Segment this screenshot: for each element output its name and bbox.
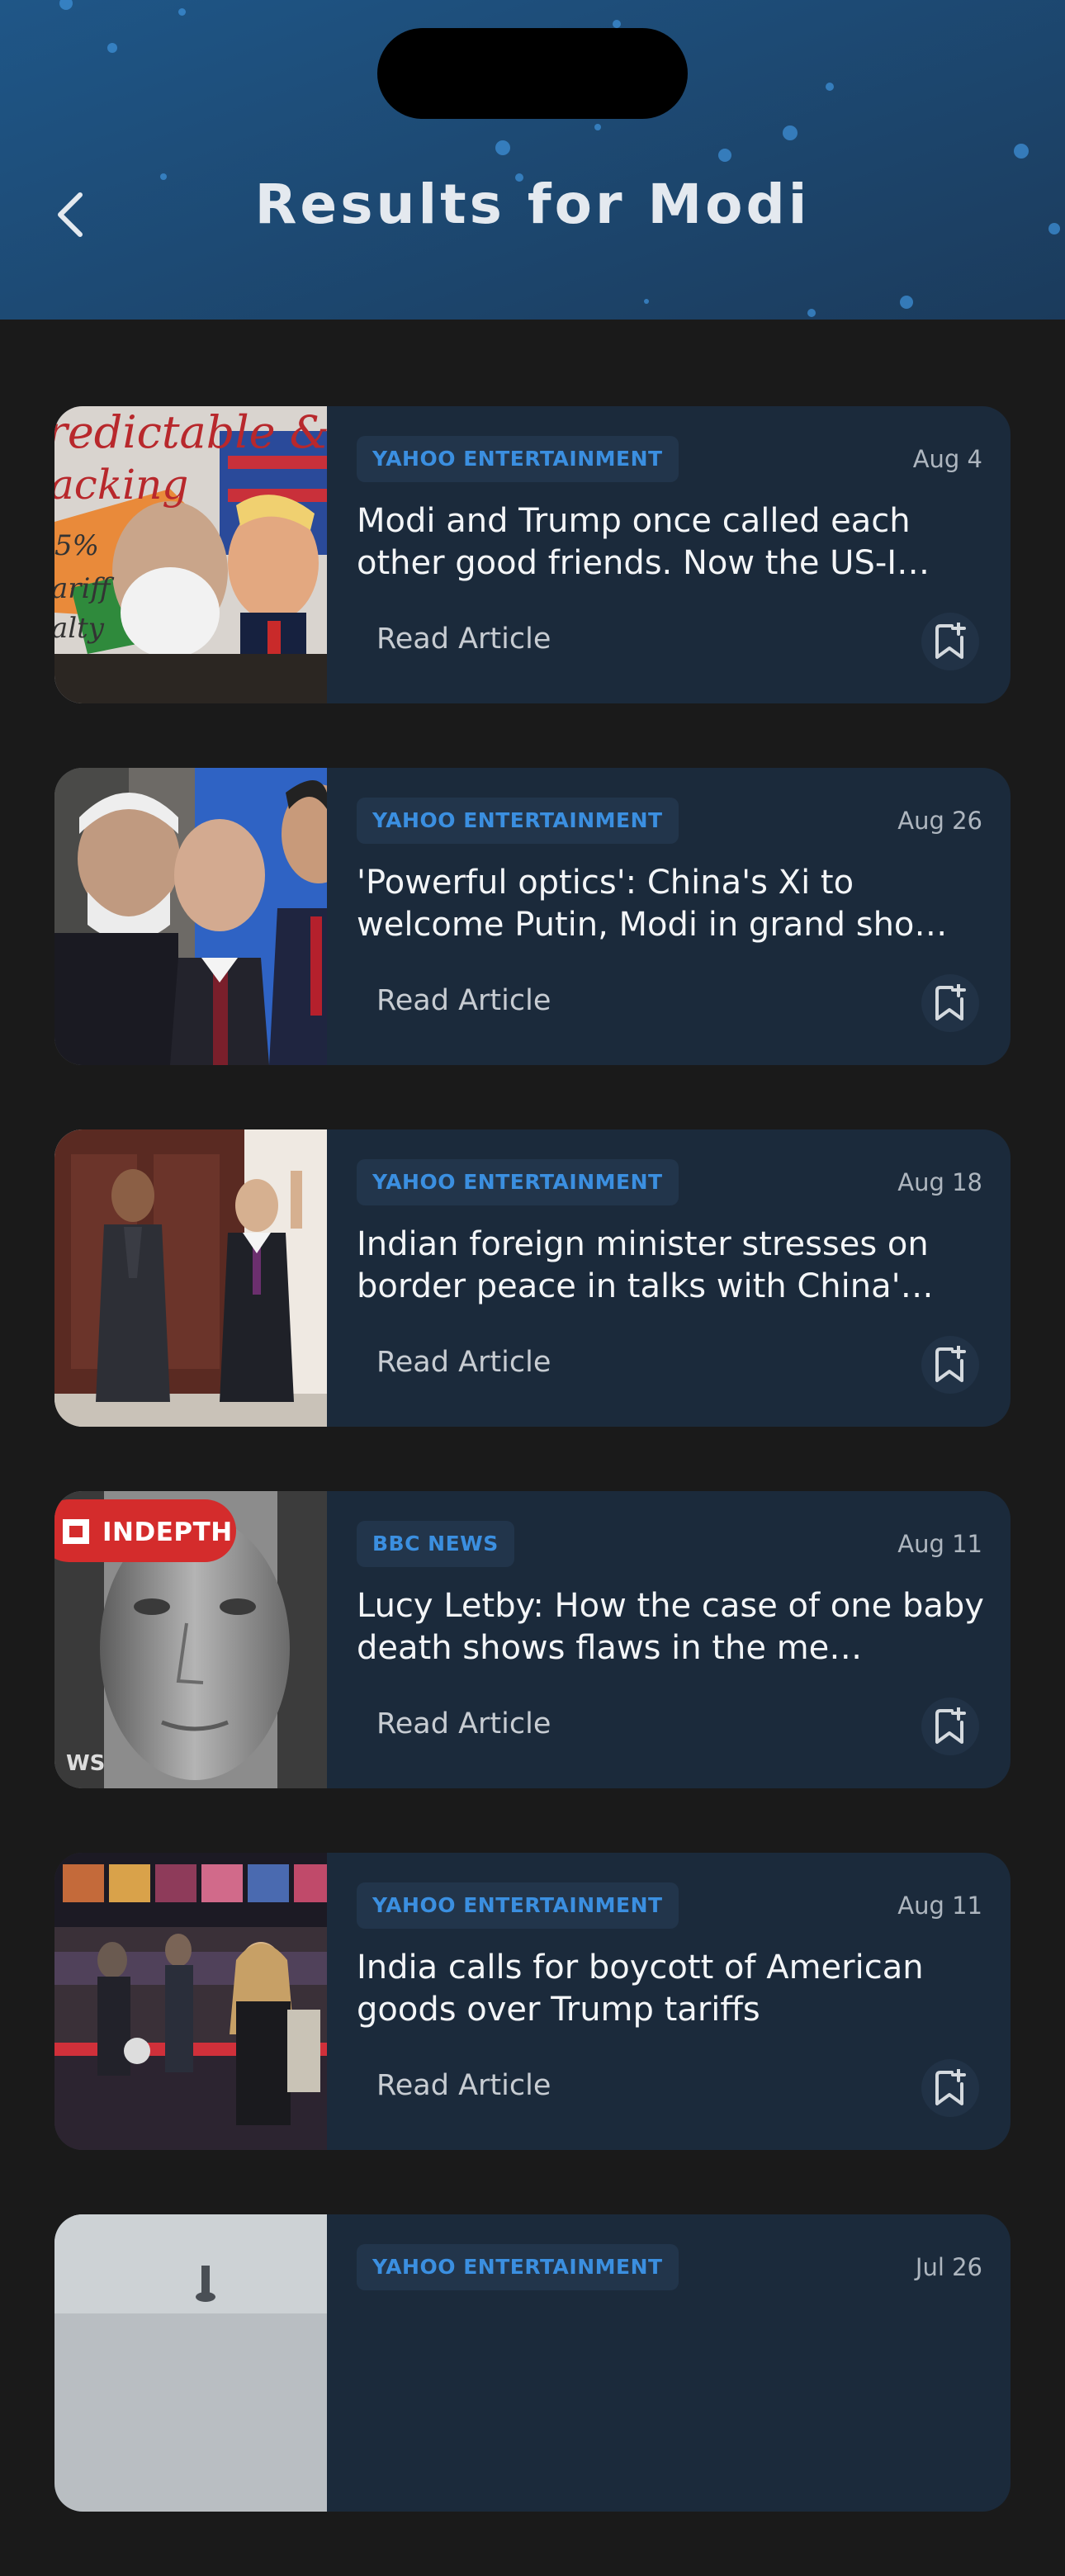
bookmark-button[interactable] bbox=[921, 613, 979, 670]
article-headline[interactable]: Indian foreign minister stresses on bord… bbox=[357, 1224, 984, 1308]
svg-text:redictable &: redictable & bbox=[54, 406, 327, 458]
article-thumbnail bbox=[54, 768, 327, 1065]
read-article-link[interactable]: Read Article bbox=[376, 978, 551, 1024]
dynamic-island bbox=[377, 28, 688, 119]
article-headline[interactable]: 'Powerful optics': China's Xi to welcome… bbox=[357, 862, 984, 946]
article-date: Aug 11 bbox=[897, 1530, 982, 1558]
bookmark-add-icon bbox=[935, 623, 966, 659]
article-date: Aug 4 bbox=[912, 445, 982, 473]
source-tag: BBC NEWS bbox=[357, 1521, 514, 1567]
source-tag: YAHOO ENTERTAINMENT bbox=[357, 798, 679, 844]
article-card[interactable]: YAHOO ENTERTAINMENT Aug 18 Indian foreig… bbox=[54, 1129, 1011, 1427]
article-card[interactable]: YAHOO ENTERTAINMENT Aug 26 'Powerful opt… bbox=[54, 768, 1011, 1065]
bookmark-add-icon bbox=[935, 2069, 966, 2105]
source-tag: YAHOO ENTERTAINMENT bbox=[357, 436, 679, 482]
source-tag: YAHOO ENTERTAINMENT bbox=[357, 2244, 679, 2290]
article-headline[interactable]: Modi and Trump once called each other go… bbox=[357, 500, 984, 585]
article-date: Aug 26 bbox=[897, 807, 982, 835]
svg-text:5%: 5% bbox=[54, 529, 99, 562]
article-thumbnail bbox=[54, 1853, 327, 2150]
bookmark-add-icon bbox=[935, 1707, 966, 1744]
article-headline[interactable]: India calls for boycott of American good… bbox=[357, 1947, 984, 2031]
article-date: Jul 26 bbox=[915, 2253, 982, 2281]
bookmark-add-icon bbox=[935, 984, 966, 1020]
article-thumbnail: redictable & acking 5% ariff alty bbox=[54, 406, 327, 703]
source-tag: YAHOO ENTERTAINMENT bbox=[357, 1882, 679, 1929]
read-article-link[interactable]: Read Article bbox=[376, 1339, 551, 1385]
article-card[interactable]: YAHOO ENTERTAINMENT Jul 26 bbox=[54, 2214, 1011, 2512]
bookmark-button[interactable] bbox=[921, 1698, 979, 1755]
bookmark-add-icon bbox=[935, 1346, 966, 1382]
bookmark-button[interactable] bbox=[921, 2059, 979, 2117]
read-article-link[interactable]: Read Article bbox=[376, 1701, 551, 1747]
article-card[interactable]: redictable & acking 5% ariff alty YAHOO … bbox=[54, 406, 1011, 703]
svg-text:acking: acking bbox=[54, 461, 188, 509]
article-headline[interactable]: Lucy Letby: How the case of one baby dea… bbox=[357, 1585, 984, 1669]
article-date: Aug 11 bbox=[897, 1892, 982, 1920]
article-thumbnail: WS INDEPTH bbox=[54, 1491, 327, 1788]
svg-text:alty: alty bbox=[54, 612, 105, 645]
article-thumbnail bbox=[54, 1129, 327, 1427]
svg-text:ariff: ariff bbox=[54, 572, 114, 605]
bookmark-button[interactable] bbox=[921, 1336, 979, 1394]
article-thumbnail bbox=[54, 2214, 327, 2512]
source-tag: YAHOO ENTERTAINMENT bbox=[357, 1159, 679, 1205]
bookmark-button[interactable] bbox=[921, 974, 979, 1032]
read-article-link[interactable]: Read Article bbox=[376, 616, 551, 662]
read-article-link[interactable]: Read Article bbox=[376, 2062, 551, 2109]
svg-text:WS: WS bbox=[66, 1751, 105, 1776]
thumbnail-badge: INDEPTH bbox=[102, 1518, 233, 1547]
page-title: Results for Modi bbox=[254, 173, 811, 236]
results-list: redictable & acking 5% ariff alty YAHOO … bbox=[54, 406, 1011, 2576]
article-date: Aug 18 bbox=[897, 1168, 982, 1196]
article-card[interactable]: YAHOO ENTERTAINMENT Aug 11 India calls f… bbox=[54, 1853, 1011, 2150]
article-card[interactable]: WS INDEPTH BBC NEWS Aug 11 Lucy Letby: H… bbox=[54, 1491, 1011, 1788]
